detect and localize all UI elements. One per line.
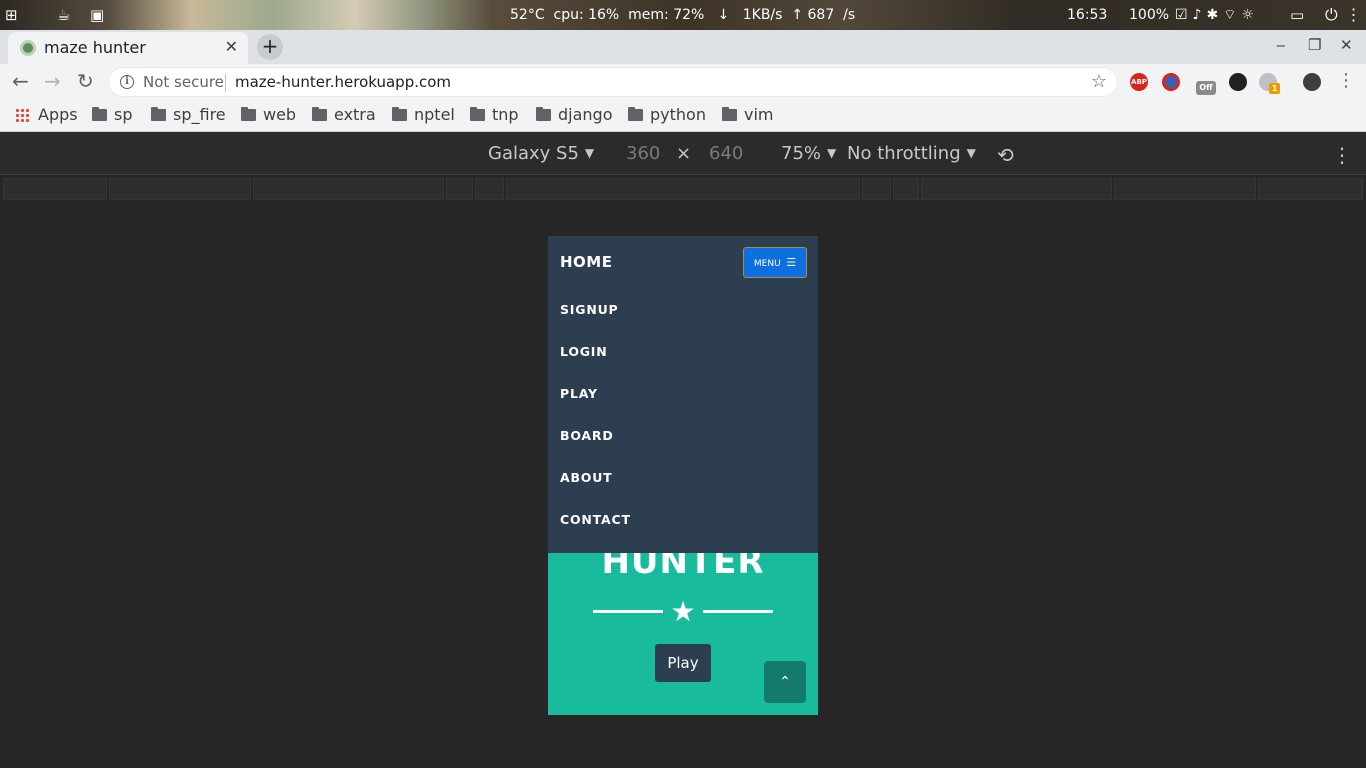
system-tray-icons[interactable]: ☑♪✱⌔☼ [1175, 5, 1259, 25]
bookmark-django[interactable]: django [536, 105, 613, 124]
ruler-segment[interactable] [1114, 178, 1256, 200]
folder-icon [312, 107, 327, 121]
bookmark-sp-fire[interactable]: sp_fire [151, 105, 226, 124]
device-select[interactable]: Galaxy S5 ▼ [488, 143, 594, 164]
reload-icon[interactable]: ↻ [77, 70, 94, 92]
power-icon[interactable]: ⏻⋮ [1325, 5, 1366, 25]
folder-icon [151, 107, 166, 121]
coffee-icon[interactable]: ☕ [57, 5, 70, 25]
restore-icon[interactable]: ❐ [1308, 36, 1321, 54]
zoom-select[interactable]: 75% ▼ [781, 143, 836, 164]
ruler-segment[interactable] [893, 178, 919, 200]
ruler-segment[interactable] [862, 178, 891, 200]
device-toolbar: Galaxy S5 ▼ 360 × 640 75% ▼ No throttling ▼… [0, 133, 1366, 175]
extension-fox-icon[interactable] [1229, 73, 1247, 91]
minimize-icon[interactable]: ‒ [1276, 36, 1286, 54]
hamburger-icon: ☰ [782, 256, 797, 269]
close-window-icon[interactable]: ✕ [1340, 36, 1353, 54]
bookmark-star-icon[interactable]: ☆ [1091, 71, 1107, 92]
play-button[interactable]: Play [655, 644, 711, 682]
more-options-icon[interactable]: ⋮ [1332, 143, 1352, 167]
viewport-width-input[interactable]: 360 [626, 143, 660, 164]
system-stats: 52°C cpu: 16% mem: 72% ↓ 1KB/s ↑ 687 /s [510, 7, 856, 23]
bookmark-nptel[interactable]: nptel [392, 105, 455, 124]
bookmark-sp[interactable]: sp [92, 105, 133, 124]
app-grid-icon[interactable]: ⊞ [5, 5, 18, 25]
bookmark-extra[interactable]: extra [312, 105, 376, 124]
bookmark-apps[interactable]: Apps [15, 105, 78, 124]
caret-down-icon: ▼ [966, 146, 976, 160]
tab-title: maze hunter [44, 38, 146, 57]
close-tab-icon[interactable]: ✕ [225, 37, 238, 56]
tab-strip: maze hunter ✕ + ‒ ❐ ✕ [0, 30, 1366, 64]
chevron-up-icon: ⌃ [779, 674, 791, 690]
nav-link-play[interactable]: PLAY [560, 386, 598, 401]
url-separator [225, 74, 226, 92]
address-bar[interactable]: i Not secure maze-hunter.herokuapp.com ☆ [108, 67, 1118, 97]
rotate-icon[interactable]: ⟲ [997, 143, 1014, 167]
nav-link-signup[interactable]: SIGNUP [560, 302, 619, 317]
emulated-viewport: HUNTER ★ Play ⌃ HOME MENU ☰ SIGNUP LOGIN… [548, 236, 818, 715]
folder-icon [536, 107, 551, 121]
browser-toolbar: ← → ↻ i Not secure maze-hunter.herokuapp… [0, 64, 1366, 100]
os-top-bar: ⊞ ☕ ▣ 52°C cpu: 16% mem: 72% ↓ 1KB/s ↑ 6… [0, 0, 1366, 30]
bookmark-vim[interactable]: vim [722, 105, 774, 124]
caret-down-icon: ▼ [827, 146, 837, 160]
folder-icon [470, 107, 485, 121]
bookmark-web[interactable]: web [241, 105, 296, 124]
extension-badge: 1 [1269, 83, 1280, 94]
files-icon[interactable]: ▭ [1290, 5, 1304, 25]
scroll-top-button[interactable]: ⌃ [764, 661, 806, 703]
bookmark-tnp[interactable]: tnp [470, 105, 519, 124]
nav-link-about[interactable]: ABOUT [560, 470, 613, 485]
ruler-segment[interactable] [506, 178, 860, 200]
ruler-segment[interactable] [475, 178, 504, 200]
media-query-ruler [0, 176, 1366, 202]
favicon-icon [20, 40, 36, 56]
folder-icon [722, 107, 737, 121]
ruler-segment[interactable] [921, 178, 1112, 200]
throttling-select[interactable]: No throttling ▼ [847, 143, 976, 164]
browser-menu-icon[interactable]: ⋮ [1337, 70, 1355, 91]
url-text[interactable]: maze-hunter.herokuapp.com [235, 73, 451, 91]
battery-level[interactable]: 100% [1129, 5, 1169, 25]
profile-avatar-icon[interactable] [1303, 73, 1321, 91]
folder-icon [392, 107, 407, 121]
clock[interactable]: 16:53 [1067, 5, 1107, 25]
security-status[interactable]: Not secure [143, 73, 224, 91]
extension-off-icon[interactable]: Off [1196, 81, 1216, 95]
ruler-segment[interactable] [1258, 178, 1363, 200]
info-icon[interactable]: i [120, 75, 134, 89]
folder-icon [628, 107, 643, 121]
ruler-segment[interactable] [3, 178, 107, 200]
adblock-icon[interactable]: ABP [1130, 73, 1148, 91]
divider-line-right [703, 610, 773, 613]
extension-globe-icon[interactable] [1162, 73, 1180, 91]
bookmarks-bar: Apps sp sp_fire web extra nptel tnp djan… [0, 100, 1366, 132]
divider-line-left [593, 610, 663, 613]
nav-link-board[interactable]: BOARD [560, 428, 614, 443]
caret-down-icon: ▼ [584, 146, 595, 160]
nav-link-login[interactable]: LOGIN [560, 344, 608, 359]
folder-icon [92, 107, 107, 121]
nav-link-contact[interactable]: CONTACT [560, 512, 631, 527]
mobile-navbar: HOME MENU ☰ SIGNUP LOGIN PLAY BOARD ABOU… [548, 236, 818, 553]
forward-icon[interactable]: → [44, 70, 61, 92]
ruler-segment[interactable] [109, 178, 251, 200]
tab-maze-hunter[interactable]: maze hunter ✕ [8, 32, 248, 64]
bookmark-python[interactable]: python [628, 105, 706, 124]
folder-icon [241, 107, 256, 121]
ruler-segment[interactable] [253, 178, 444, 200]
screen-icon[interactable]: ▣ [90, 5, 104, 25]
ruler-segment[interactable] [446, 178, 473, 200]
menu-toggle-button[interactable]: MENU ☰ [743, 247, 807, 278]
new-tab-button[interactable]: + [257, 34, 283, 60]
navbar-brand[interactable]: HOME [560, 253, 612, 271]
star-icon: ★ [670, 595, 696, 628]
viewport-height-input[interactable]: 640 [709, 143, 743, 164]
apps-grid-icon [15, 108, 29, 122]
back-icon[interactable]: ← [12, 70, 29, 92]
dimension-separator: × [676, 143, 692, 164]
